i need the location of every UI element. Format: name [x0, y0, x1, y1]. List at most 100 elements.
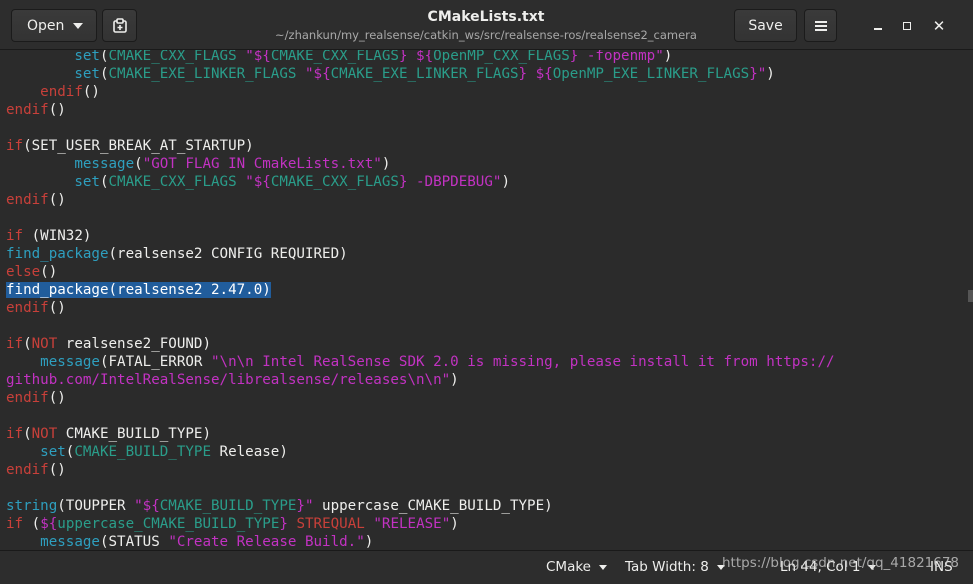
code-token: (FATAL_ERROR	[99, 354, 212, 370]
code-token: (STATUS	[99, 534, 169, 550]
code-line[interactable]: if(SET_USER_BREAK_AT_STARTUP)	[6, 137, 835, 155]
code-token: else	[6, 264, 41, 280]
code-line[interactable]: endif()	[6, 299, 835, 317]
chevron-down-icon	[73, 23, 83, 29]
maximize-button[interactable]	[895, 14, 919, 38]
minimize-button[interactable]	[866, 14, 890, 38]
code-token: message	[40, 534, 100, 550]
code-token: endif	[40, 84, 83, 100]
code-token: )	[766, 66, 775, 82]
code-token: endif	[6, 300, 49, 316]
code-token: Release)	[211, 444, 288, 460]
code-line[interactable]	[6, 209, 835, 227]
code-token: )	[663, 50, 673, 64]
code-token: if	[6, 426, 24, 442]
code-token: "${	[134, 498, 160, 514]
code-token: CMAKE_CXX_FLAGS	[270, 50, 399, 64]
code-token: message	[74, 156, 135, 172]
code-token: (	[23, 426, 32, 442]
tab-width-label: Tab Width: 8	[625, 559, 709, 575]
code-line[interactable]: set(CMAKE_CXX_FLAGS "${CMAKE_CXX_FLAGS} …	[6, 50, 835, 65]
code-line[interactable]	[6, 407, 835, 425]
code-token: "${	[304, 66, 331, 82]
scrollbar-indicator[interactable]	[968, 290, 973, 302]
code-token: CMAKE_BUILD_TYPE)	[57, 426, 212, 442]
code-token: uppercase_CMAKE_BUILD_TYPE)	[313, 498, 553, 514]
save-button[interactable]: Save	[734, 9, 797, 42]
code-line[interactable]: else()	[6, 263, 835, 281]
code-text[interactable]: set(CMAKE_CXX_FLAGS "${CMAKE_CXX_FLAGS} …	[6, 50, 835, 550]
code-line[interactable]	[6, 119, 835, 137]
code-token: if	[6, 336, 24, 352]
code-line[interactable]: message(STATUS "Create Release Build.")	[6, 533, 835, 550]
code-token: } -fopenmp"	[569, 50, 664, 64]
close-icon: ✕	[932, 17, 946, 35]
code-token: (	[23, 336, 32, 352]
code-line[interactable]	[6, 317, 835, 335]
language-label: CMake	[546, 559, 591, 575]
code-token: CMAKE_CXX_FLAGS	[108, 50, 237, 64]
code-token: )	[381, 156, 391, 172]
code-line[interactable]: endif()	[6, 191, 835, 209]
code-token: (	[99, 174, 109, 190]
window-title: CMakeLists.txt	[427, 9, 545, 25]
code-line[interactable]: set(CMAKE_CXX_FLAGS "${CMAKE_CXX_FLAGS} …	[6, 173, 835, 191]
code-token: ()	[48, 300, 66, 316]
code-token: "GOT FLAG IN CmakeLists.txt"	[142, 156, 382, 172]
code-token: (realsense2 CONFIG REQUIRED)	[108, 246, 348, 262]
code-line[interactable]: if (WIN32)	[6, 227, 835, 245]
code-line[interactable]: github.com/IntelRealSense/librealsense/r…	[6, 371, 835, 389]
code-line[interactable]: endif()	[6, 83, 835, 101]
code-line[interactable]: find_package(realsense2 2.47.0)	[6, 281, 835, 299]
code-line[interactable]: set(CMAKE_BUILD_TYPE Release)	[6, 443, 835, 461]
code-token: endif	[6, 390, 49, 406]
menu-button[interactable]	[804, 9, 837, 42]
code-token: "${	[245, 174, 271, 190]
code-token: ()	[82, 84, 100, 100]
code-token: OpenMP_CXX_FLAGS	[433, 50, 570, 64]
code-line[interactable]: endif()	[6, 389, 835, 407]
code-line[interactable]: endif()	[6, 101, 835, 119]
code-token: OpenMP_EXE_LINKER_FLAGS	[552, 66, 750, 82]
new-document-button[interactable]	[102, 9, 137, 42]
code-token: }"	[749, 66, 767, 82]
code-line[interactable]: if(NOT CMAKE_BUILD_TYPE)	[6, 425, 835, 443]
tab-width-selector[interactable]: Tab Width: 8	[625, 559, 725, 575]
code-line[interactable]: string(TOUPPER "${CMAKE_BUILD_TYPE}" upp…	[6, 497, 835, 515]
code-token: (WIN32)	[23, 228, 92, 244]
code-line[interactable]	[6, 479, 835, 497]
close-button[interactable]: ✕	[927, 14, 951, 38]
code-token: }	[279, 516, 288, 532]
code-token: ${	[416, 50, 434, 64]
code-line[interactable]: if(NOT realsense2_FOUND)	[6, 335, 835, 353]
code-line[interactable]: set(CMAKE_EXE_LINKER_FLAGS "${CMAKE_EXE_…	[6, 65, 835, 83]
language-selector[interactable]: CMake	[546, 559, 607, 575]
code-token: set	[40, 444, 66, 460]
hamburger-menu-icon	[814, 20, 827, 31]
code-line[interactable]: find_package(realsense2 CONFIG REQUIRED)	[6, 245, 835, 263]
code-token: (TOUPPER	[57, 498, 135, 514]
open-button[interactable]: Open	[11, 9, 97, 42]
code-token: set	[74, 66, 100, 82]
new-document-icon	[112, 17, 127, 33]
code-token: (	[99, 50, 109, 64]
code-line[interactable]: if (${uppercase_CMAKE_BUILD_TYPE} STREQU…	[6, 515, 835, 533]
code-token: ()	[48, 462, 66, 478]
code-token: realsense2_FOUND)	[57, 336, 212, 352]
code-token: }"	[296, 498, 314, 514]
code-line[interactable]: endif()	[6, 461, 835, 479]
minimize-icon	[874, 28, 882, 30]
code-token: if	[6, 138, 24, 154]
code-editor[interactable]: set(CMAKE_CXX_FLAGS "${CMAKE_CXX_FLAGS} …	[0, 50, 973, 550]
code-line[interactable]: message(FATAL_ERROR "\n\n Intel RealSens…	[6, 353, 834, 371]
code-token: (	[134, 156, 143, 172]
code-line[interactable]: message("GOT FLAG IN CmakeLists.txt")	[6, 155, 835, 173]
